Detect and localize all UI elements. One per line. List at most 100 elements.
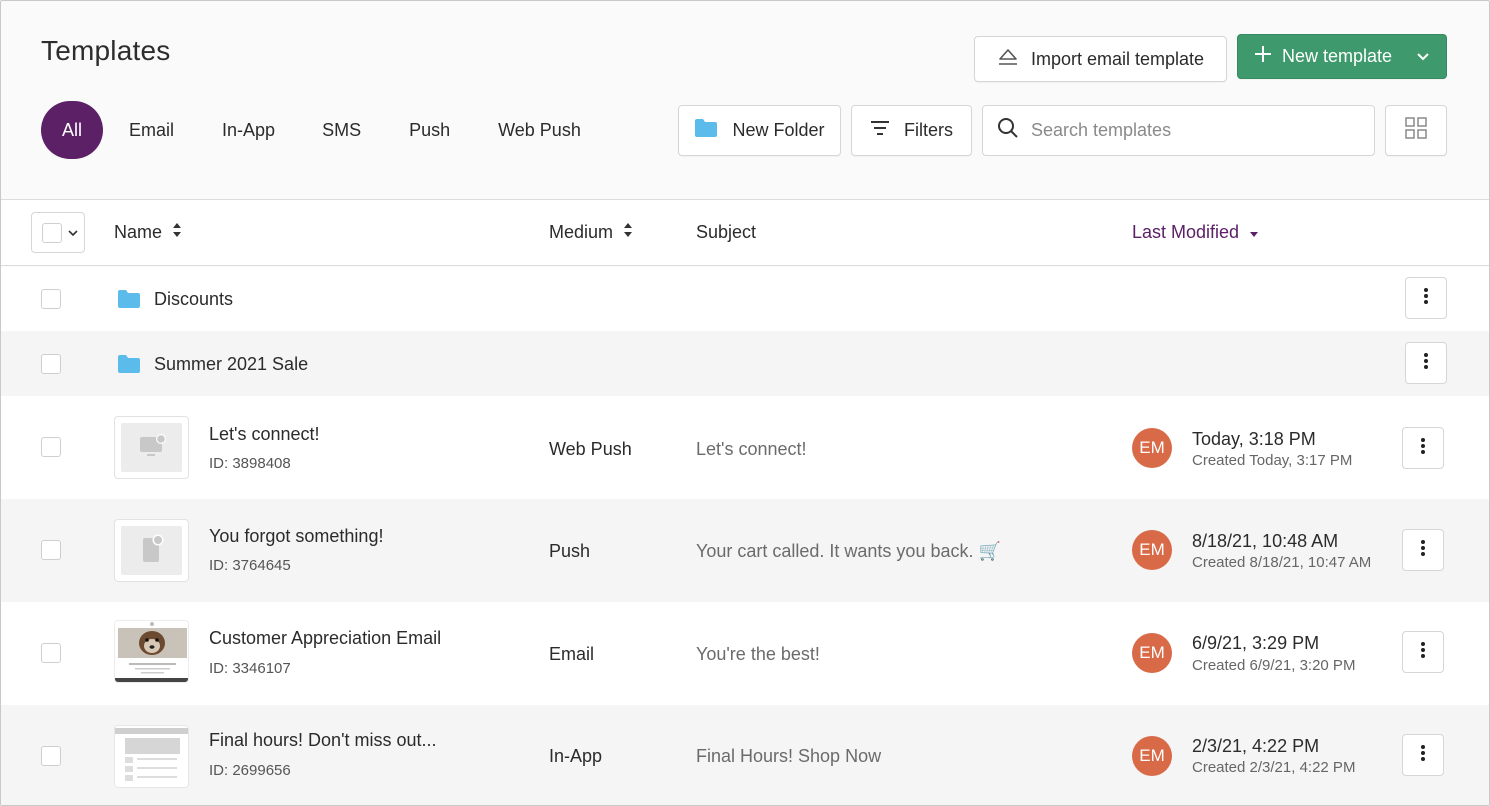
template-id: ID: 3764645	[209, 557, 291, 574]
avatar: EM	[1132, 428, 1172, 468]
template-id: ID: 3346107	[209, 660, 291, 677]
chevron-down-icon	[68, 224, 78, 242]
new-folder-label: New Folder	[732, 120, 825, 140]
folder-icon	[694, 118, 718, 143]
new-template-label: New template	[1282, 46, 1393, 66]
search-box	[982, 105, 1375, 156]
medium-tabs: All Email In-App SMS Push Web Push	[41, 101, 581, 159]
template-id: ID: 2699656	[209, 762, 291, 779]
chevron-down-icon[interactable]	[1416, 48, 1430, 69]
last-modified: Today, 3:18 PM	[1192, 429, 1316, 449]
folder-icon	[117, 354, 141, 379]
tab-web-push[interactable]: Web Push	[498, 101, 581, 159]
select-all-dropdown[interactable]	[31, 212, 85, 253]
new-folder-button[interactable]: New Folder	[678, 105, 841, 156]
more-vertical-icon	[1421, 539, 1425, 562]
row-checkbox[interactable]	[41, 289, 61, 309]
sort-icon	[623, 222, 633, 243]
template-medium: Email	[549, 644, 595, 664]
last-modified: 2/3/21, 4:22 PM	[1192, 736, 1320, 756]
row-checkbox[interactable]	[41, 437, 61, 457]
row-menu-button[interactable]	[1402, 734, 1444, 776]
folder-row[interactable]: Discounts	[1, 267, 1489, 331]
row-menu-button[interactable]	[1402, 427, 1444, 469]
row-menu-button[interactable]	[1405, 277, 1447, 319]
template-subject: You're the best!	[696, 644, 820, 664]
template-medium: Push	[549, 541, 591, 561]
created-date: Created 6/9/21, 3:20 PM	[1192, 657, 1356, 674]
template-subject: Final Hours! Shop Now	[696, 746, 882, 766]
sort-desc-icon	[1249, 222, 1259, 243]
row-menu-button[interactable]	[1405, 342, 1447, 384]
template-row[interactable]: You forgot something! ID: 3764645 Push Y…	[1, 499, 1489, 602]
row-checkbox[interactable]	[41, 746, 61, 766]
search-input[interactable]	[1031, 120, 1351, 141]
created-date: Created Today, 3:17 PM	[1192, 452, 1353, 469]
template-name[interactable]: Final hours! Don't miss out...	[209, 730, 437, 751]
template-medium: In-App	[549, 746, 603, 766]
more-vertical-icon	[1421, 744, 1425, 767]
templates-page: Templates Import email template New temp…	[0, 0, 1490, 806]
last-modified: 8/18/21, 10:48 AM	[1192, 531, 1339, 551]
column-medium[interactable]: Medium	[549, 222, 633, 243]
table-header: Name Medium Subject Last Modified	[1, 200, 1489, 266]
avatar: EM	[1132, 530, 1172, 570]
tab-in-app[interactable]: In-App	[222, 101, 275, 159]
tab-push[interactable]: Push	[409, 101, 450, 159]
folder-icon	[117, 289, 141, 314]
avatar: EM	[1132, 633, 1172, 673]
page-title: Templates	[41, 35, 171, 66]
column-last-modified[interactable]: Last Modified	[1132, 222, 1259, 243]
template-subject: Your cart called. It wants you back. 🛒	[696, 541, 1001, 561]
column-name[interactable]: Name	[114, 222, 182, 243]
more-vertical-icon	[1424, 352, 1428, 375]
tab-all[interactable]: All	[41, 101, 103, 159]
web-push-icon	[139, 433, 167, 464]
template-thumbnail	[114, 620, 189, 683]
created-date: Created 2/3/21, 4:22 PM	[1192, 759, 1356, 776]
folder-name[interactable]: Summer 2021 Sale	[154, 354, 308, 375]
row-menu-button[interactable]	[1402, 529, 1444, 571]
template-row[interactable]: Customer Appreciation Email ID: 3346107 …	[1, 602, 1489, 705]
plus-icon	[1254, 45, 1272, 68]
filter-icon	[870, 120, 890, 141]
template-subject: Let's connect!	[696, 439, 807, 459]
row-checkbox[interactable]	[41, 354, 61, 374]
template-id: ID: 3898408	[209, 455, 291, 472]
tab-email[interactable]: Email	[129, 101, 174, 159]
template-name[interactable]: You forgot something!	[209, 526, 383, 547]
more-vertical-icon	[1424, 287, 1428, 310]
select-all-checkbox[interactable]	[42, 222, 62, 243]
created-date: Created 8/18/21, 10:47 AM	[1192, 554, 1372, 571]
import-email-template-button[interactable]: Import email template	[974, 36, 1227, 82]
import-label: Import email template	[1030, 48, 1205, 69]
more-vertical-icon	[1421, 641, 1425, 664]
row-checkbox[interactable]	[41, 540, 61, 560]
eject-icon	[997, 48, 1019, 71]
avatar: EM	[1132, 736, 1172, 776]
template-name[interactable]: Customer Appreciation Email	[209, 628, 441, 649]
tab-sms[interactable]: SMS	[322, 101, 361, 159]
template-name[interactable]: Let's connect!	[209, 424, 320, 445]
template-thumbnail	[114, 519, 189, 582]
row-menu-button[interactable]	[1402, 631, 1444, 673]
template-medium: Web Push	[549, 439, 632, 459]
push-icon	[141, 534, 165, 569]
folder-row[interactable]: Summer 2021 Sale	[1, 331, 1489, 396]
grid-view-button[interactable]	[1385, 105, 1447, 156]
more-vertical-icon	[1421, 437, 1425, 460]
template-thumbnail	[114, 416, 189, 479]
search-icon	[997, 117, 1019, 144]
template-row[interactable]: Final hours! Don't miss out... ID: 26996…	[1, 705, 1489, 805]
last-modified: 6/9/21, 3:29 PM	[1192, 633, 1320, 653]
new-template-button[interactable]: New template	[1237, 34, 1447, 79]
grid-icon	[1405, 117, 1427, 144]
sort-icon	[172, 222, 182, 243]
filters-button[interactable]: Filters	[851, 105, 972, 156]
column-subject: Subject	[696, 222, 757, 242]
template-row[interactable]: Let's connect! ID: 3898408 Web Push Let'…	[1, 396, 1489, 499]
folder-name[interactable]: Discounts	[154, 289, 233, 310]
row-checkbox[interactable]	[41, 643, 61, 663]
template-thumbnail	[114, 725, 189, 788]
filters-label: Filters	[904, 120, 953, 140]
